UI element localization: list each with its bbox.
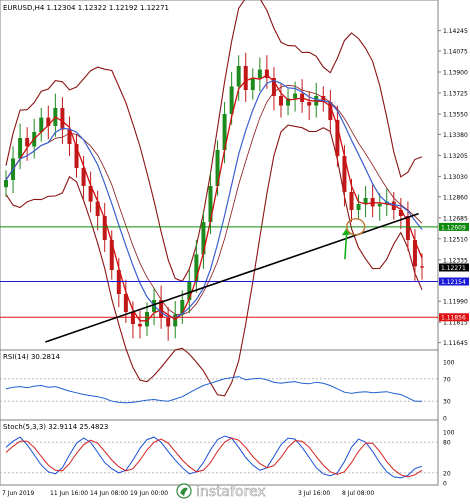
rsi-tick-label: 70	[443, 376, 451, 383]
candle-body	[356, 204, 361, 210]
time-tick-label: 8 Jul 08:00	[342, 490, 374, 497]
candle-body	[278, 96, 283, 106]
price-tick-label: 1.13205	[443, 153, 468, 160]
price-badge-label: 1.12271	[441, 265, 466, 272]
forex-chart-window: EURUSD,H4 1.12304 1.12322 1.12192 1.1227…	[0, 0, 470, 500]
candle-body	[377, 204, 382, 207]
candle-body	[166, 318, 171, 327]
candle-body	[243, 66, 248, 90]
candle-body	[349, 192, 354, 210]
instaforex-watermark: instaforex	[176, 483, 266, 500]
stoch-tick-label: 100	[443, 430, 455, 437]
candle-body	[130, 312, 135, 324]
price-tick-label: 1.13030	[443, 174, 468, 181]
price-tick-label: 1.11645	[443, 340, 468, 347]
rsi-panel[interactable]	[0, 349, 439, 421]
rsi-tick-label: 30	[443, 399, 451, 406]
candle-body	[137, 324, 142, 327]
rsi-tick-label: 0	[443, 416, 447, 423]
chart-canvas: EURUSD,H4 1.12304 1.12322 1.12192 1.1227…	[0, 0, 469, 500]
candle-body	[250, 78, 255, 90]
candle-body	[307, 102, 312, 106]
candle-body	[257, 69, 262, 78]
candle-body	[4, 180, 8, 188]
time-tick-label: 19 Jun 00:00	[130, 490, 168, 497]
price-tick-label: 1.11990	[443, 299, 468, 306]
stoch-panel-title: Stoch(5,3,3) 32.9114 25.4823	[3, 423, 108, 431]
candle-body	[293, 93, 298, 99]
price-tick-label: 1.12335	[443, 257, 468, 264]
price-tick-label: 1.12510	[443, 236, 468, 243]
price-tick-label: 1.12685	[443, 215, 468, 222]
candle-body	[18, 138, 23, 159]
price-tick-label: 1.14245	[443, 28, 468, 35]
stoch-tick-label: 0	[443, 481, 447, 488]
stoch-tick-label: 20	[443, 470, 451, 477]
price-tick-label: 1.13900	[443, 70, 468, 77]
time-tick-label: 3 Jul 16:00	[298, 490, 330, 497]
price-tick-label: 1.13725	[443, 91, 468, 98]
candle-body	[420, 266, 424, 268]
price-axis: 1.14245 1.14075 1.13900 1.13725 1.13550 1.133…	[438, 28, 468, 347]
rsi-panel-title: RSI(14) 30.2814	[3, 353, 60, 361]
candle-body	[109, 240, 114, 270]
time-tick-label: 7 Jun 2019	[2, 490, 34, 497]
candle-body	[236, 66, 241, 87]
price-tick-label: 1.13380	[443, 132, 468, 139]
price-badge-label: 1.12154	[441, 279, 466, 286]
price-tick-label: 1.12860	[443, 194, 468, 201]
price-badge-label: 1.11856	[441, 315, 466, 322]
price-tick-label: 1.14075	[443, 49, 468, 56]
watermark-text: instaforex	[196, 484, 266, 500]
time-tick-label: 14 Jun 08:00	[90, 490, 128, 497]
rsi-tick-label: 100	[443, 360, 455, 367]
price-panel-title: EURUSD,H4 1.12304 1.12322 1.12192 1.1227…	[3, 4, 169, 12]
time-tick-label: 11 Jun 16:00	[50, 490, 88, 497]
price-badge-label: 1.12609	[441, 224, 466, 231]
candle-body	[60, 108, 65, 130]
stoch-tick-label: 80	[443, 440, 451, 447]
price-tick-label: 1.13550	[443, 112, 468, 119]
